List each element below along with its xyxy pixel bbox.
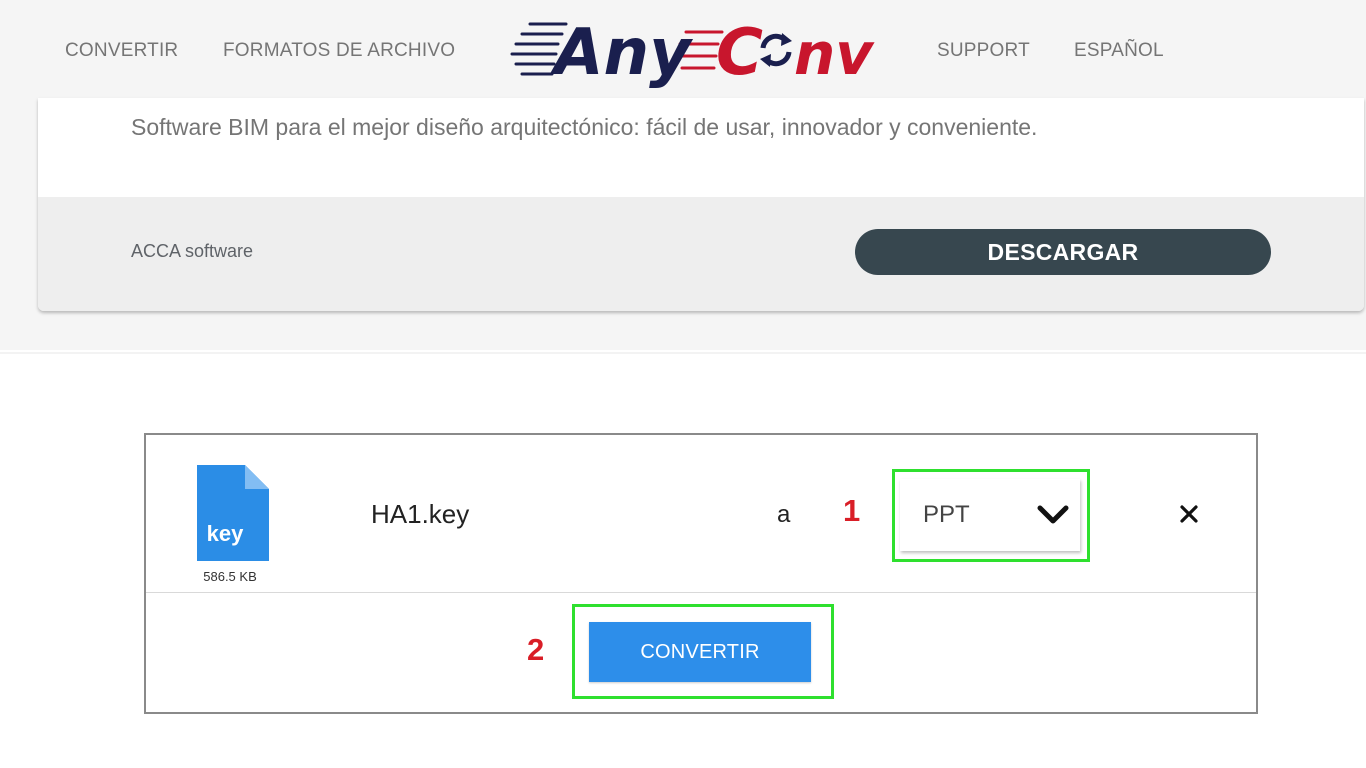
file-size: 586.5 KB bbox=[203, 569, 257, 584]
converter-panel: key 586.5 KB HA1.key a 1 PPT 2 CONVERTIR bbox=[144, 433, 1258, 714]
convert-button[interactable]: CONVERTIR bbox=[589, 622, 811, 682]
nav-convert-link[interactable]: CONVERTIR bbox=[65, 40, 178, 62]
nav-support-link[interactable]: SUPPORT bbox=[937, 40, 1030, 62]
section-divider bbox=[0, 352, 1366, 354]
logo-convert-arrows-icon bbox=[760, 33, 792, 67]
format-select-value: PPT bbox=[923, 501, 970, 528]
ad-card: Software BIM para el mejor diseño arquit… bbox=[38, 98, 1364, 311]
logo-text-c: C bbox=[716, 16, 763, 90]
ad-footer: ACCA software DESCARGAR bbox=[38, 197, 1364, 311]
chevron-down-icon bbox=[1037, 505, 1069, 524]
ad-download-button[interactable]: DESCARGAR bbox=[855, 229, 1271, 275]
logo-text-any: Any bbox=[549, 16, 693, 90]
format-select[interactable]: PPT bbox=[900, 479, 1080, 551]
file-name: HA1.key bbox=[371, 499, 470, 529]
logo-text-nv: nv bbox=[794, 20, 875, 88]
nav-language-link[interactable]: ESPAÑOL bbox=[1074, 40, 1164, 62]
close-icon[interactable] bbox=[1178, 503, 1200, 525]
row-separator bbox=[146, 592, 1256, 593]
step-number-1: 1 bbox=[843, 493, 861, 528]
step-number-2: 2 bbox=[527, 632, 545, 667]
ad-company-name[interactable]: ACCA software bbox=[131, 241, 253, 262]
file-type-label: key bbox=[206, 521, 244, 546]
nav-formats-link[interactable]: FORMATOS DE ARCHIVO bbox=[223, 40, 455, 62]
ad-description: Software BIM para el mejor diseño arquit… bbox=[131, 114, 1038, 140]
key-file-icon bbox=[197, 465, 269, 561]
to-label: a bbox=[777, 501, 791, 528]
anyconv-logo[interactable]: Any C nv bbox=[508, 8, 888, 92]
